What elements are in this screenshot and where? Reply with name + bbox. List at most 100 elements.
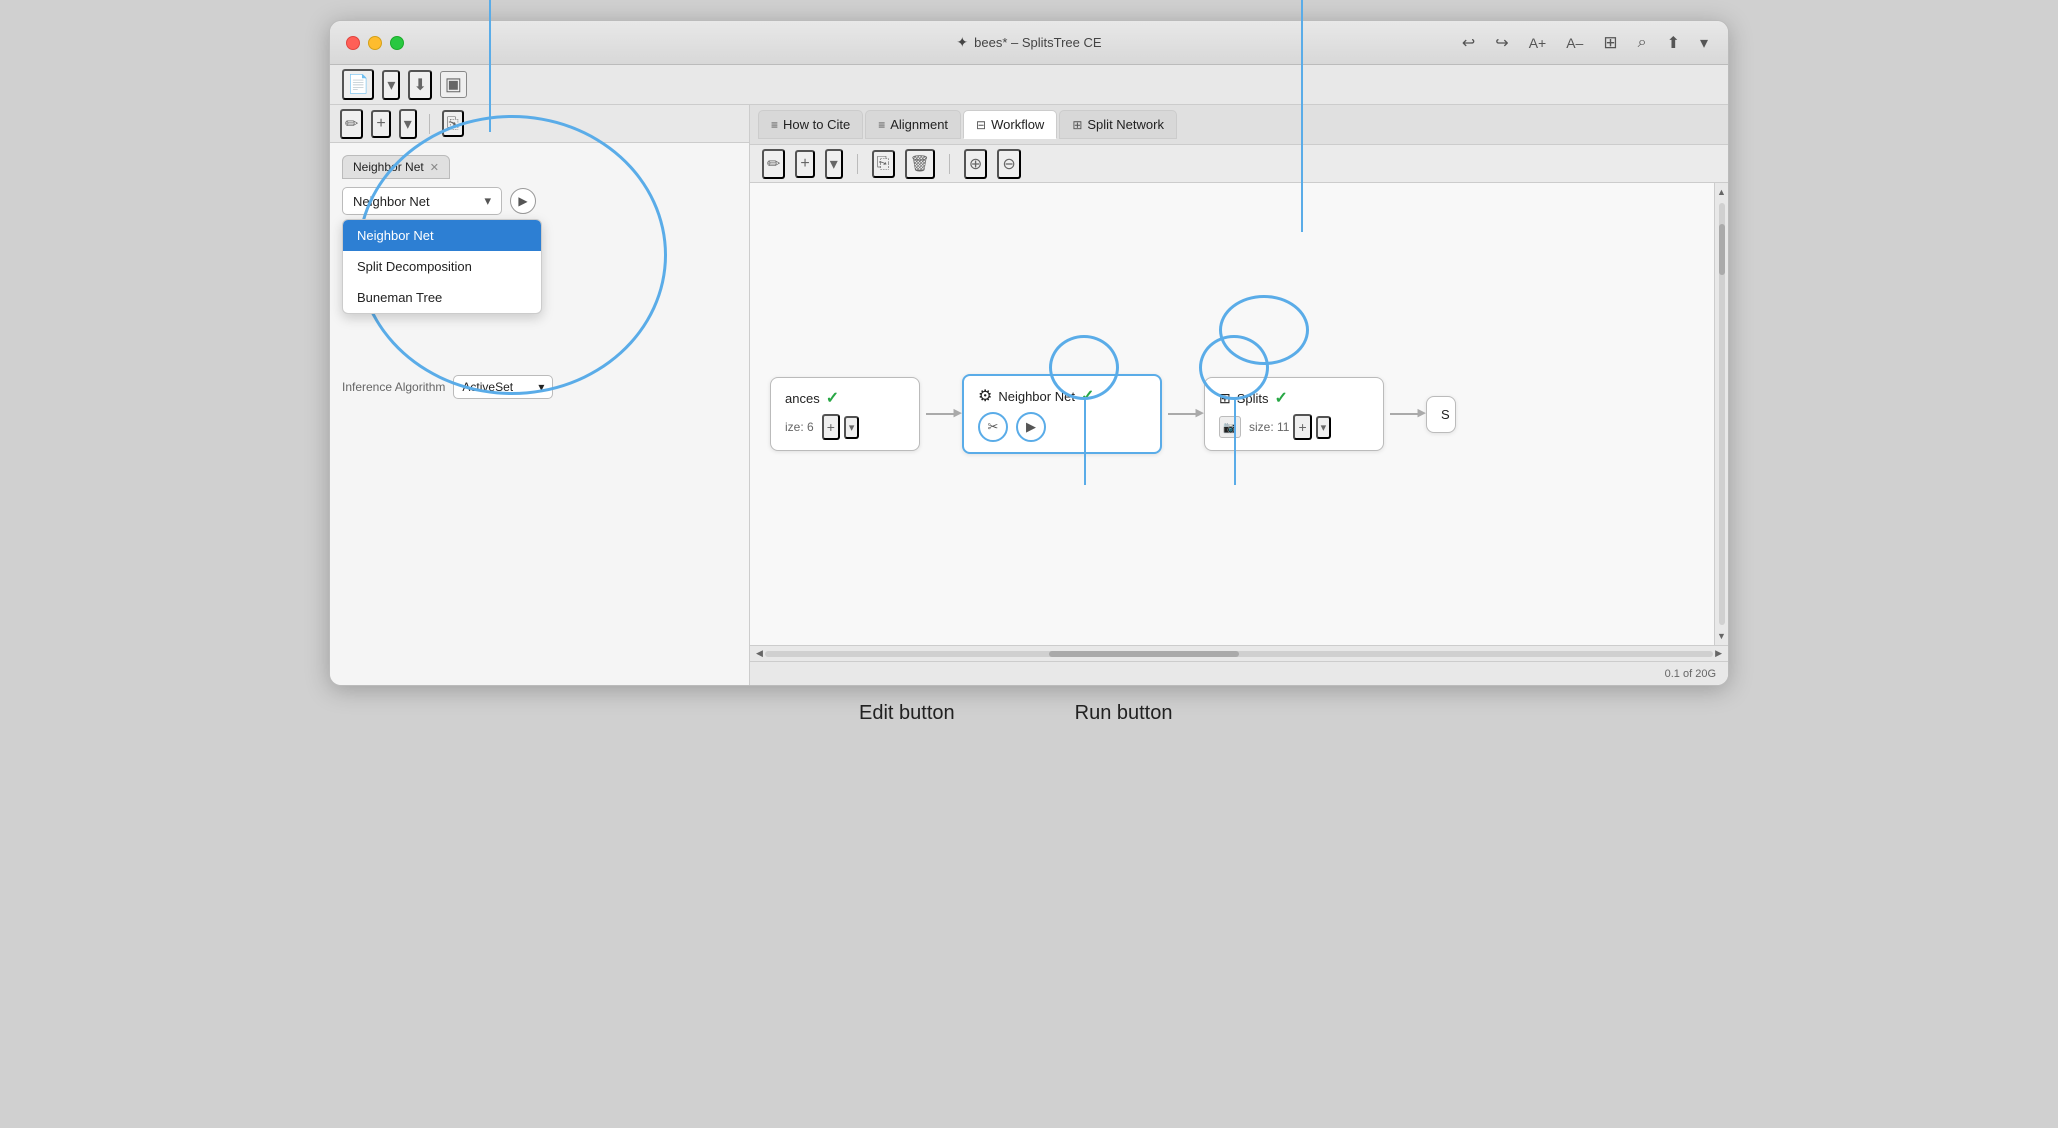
wf-node-neighbornet-header: ⚙ Neighbor Net ✓: [978, 386, 1146, 406]
right-copy-button[interactable]: ⎘: [872, 150, 895, 178]
dropdown-item-buneman[interactable]: Buneman Tree: [343, 282, 541, 313]
traffic-lights: [346, 36, 404, 50]
tab-workflow[interactable]: ⊟ Workflow: [963, 110, 1057, 139]
toolbar-separator: [429, 114, 430, 134]
wf-node-splits-dropdown[interactable]: ▾: [1316, 416, 1332, 439]
scroll-up-arrow[interactable]: ▲: [1715, 185, 1728, 199]
wf-node-splits-body: 📷 size: 11 + ▾: [1219, 414, 1369, 440]
canvas-container: ances ✓ ize: 6 + ▾: [750, 183, 1728, 645]
wf-node-neighbornet-label: Neighbor Net: [998, 389, 1075, 404]
wf-node-distances-size: ize: 6: [785, 420, 814, 434]
panel-tab-neighbornet[interactable]: Neighbor Net ✕: [342, 155, 450, 179]
wf-node-distances-check: ✓: [826, 388, 839, 408]
scroll-track[interactable]: [1719, 203, 1725, 625]
left-copy-button[interactable]: ⎘: [442, 110, 464, 137]
wf-node-distances-dropdown[interactable]: ▾: [844, 416, 860, 439]
left-edit-icon[interactable]: ✏: [340, 109, 363, 139]
wf-node-neighbornet-check: ✓: [1081, 386, 1094, 406]
more-button[interactable]: ▾: [1696, 31, 1712, 55]
algo-dropdown-value: Neighbor Net: [353, 194, 430, 209]
h-scroll-right[interactable]: ▶: [1713, 646, 1724, 661]
vertical-scrollbar[interactable]: ▲ ▼: [1714, 183, 1728, 645]
title-right-controls: ↩ ↪ A+ A– ⊞ ⌕ ⬆ ▾: [1458, 31, 1712, 55]
tab-alignment[interactable]: ≡ Alignment: [865, 110, 961, 139]
tab-split-network[interactable]: ⊞ Split Network: [1059, 110, 1177, 139]
tab-split-network-icon: ⊞: [1072, 118, 1082, 132]
undo-button[interactable]: ↩: [1458, 31, 1479, 55]
font-increase-button[interactable]: A+: [1525, 33, 1551, 53]
left-add-button[interactable]: +: [371, 110, 390, 138]
left-panel: ✏ + ▾ ⎘ Neighbor Net ✕: [330, 105, 750, 685]
tab-bar: ≡ How to Cite ≡ Alignment ⊟ Workflow ⊞ S…: [750, 105, 1728, 145]
edit-button[interactable]: ✂: [978, 412, 1008, 442]
panel-run-button[interactable]: ▶: [510, 188, 536, 214]
inference-dropdown-arrow: ▾: [538, 380, 544, 394]
inference-value: ActiveSet: [462, 380, 513, 394]
wf-node-distances-body: ize: 6 + ▾: [785, 414, 905, 440]
h-scroll-track[interactable]: [765, 651, 1713, 657]
left-toolbar: ✏ + ▾ ⎘: [330, 105, 749, 143]
font-decrease-button[interactable]: A–: [1562, 33, 1587, 53]
dropdown-section: Neighbor Net ▾ ▶ Neighbor Net Split Deco…: [342, 187, 737, 399]
edit-button-line: [1084, 400, 1086, 485]
tab-workflow-label: Workflow: [991, 117, 1044, 132]
status-bar: 0.1 of 20G: [750, 661, 1728, 685]
workflow-area: ances ✓ ize: 6 + ▾: [770, 203, 1694, 625]
minimize-button[interactable]: [368, 36, 382, 50]
right-zoom-in-button[interactable]: ⊕: [964, 149, 987, 179]
wf-node-neighbornet: ⚙ Neighbor Net ✓ ✂ ▶: [962, 374, 1162, 454]
dropdown-item-splitdecomp[interactable]: Split Decomposition: [343, 251, 541, 282]
redo-button[interactable]: ↪: [1491, 31, 1512, 55]
right-zoom-out-button[interactable]: ⊖: [997, 149, 1020, 179]
close-button[interactable]: [346, 36, 360, 50]
wf-node-splits-add[interactable]: +: [1293, 414, 1311, 440]
maximize-button[interactable]: [390, 36, 404, 50]
sidebar-toggle-button[interactable]: ▣: [440, 71, 467, 98]
panel-tab-label: Neighbor Net: [353, 160, 424, 174]
horizontal-scrollbar[interactable]: ◀ ▶: [750, 645, 1728, 661]
scroll-thumb[interactable]: [1719, 224, 1725, 275]
wf-node-distances-header: ances ✓: [785, 388, 905, 408]
tab-alignment-label: Alignment: [890, 117, 948, 132]
wf-node-distances-label: ances: [785, 391, 820, 406]
run-button[interactable]: ▶: [1016, 412, 1046, 442]
scroll-down-arrow[interactable]: ▼: [1715, 629, 1728, 643]
panel-tab-close-icon[interactable]: ✕: [430, 161, 439, 174]
dropdown-item-neighbornet[interactable]: Neighbor Net: [343, 220, 541, 251]
arrow-3: ▶: [1390, 413, 1420, 415]
right-delete-button[interactable]: 🗑: [905, 149, 935, 179]
tab-workflow-icon: ⊟: [976, 118, 986, 132]
download-button[interactable]: ⬇: [408, 70, 431, 100]
status-line: [1301, 0, 1303, 232]
title-bar: ✦ bees* – SplitsTree CE ↩ ↪ A+ A– ⊞ ⌕ ⬆ …: [330, 21, 1728, 65]
tab-how-to-cite[interactable]: ≡ How to Cite: [758, 110, 863, 139]
share-button[interactable]: ⬆: [1663, 31, 1684, 55]
right-edit-icon[interactable]: ✏: [762, 149, 785, 179]
h-scroll-thumb[interactable]: [1049, 651, 1239, 657]
app-window: ✦ bees* – SplitsTree CE ↩ ↪ A+ A– ⊞ ⌕ ⬆ …: [329, 20, 1729, 686]
new-file-button[interactable]: 📄: [342, 69, 374, 100]
algo-dropdown-arrow-icon: ▾: [484, 193, 491, 209]
wf-node-partial: S: [1426, 396, 1456, 433]
right-sep2: [949, 154, 950, 174]
right-dropdown-button[interactable]: ▾: [825, 149, 843, 179]
wf-node-neighbornet-actions: ✂ ▶: [978, 412, 1146, 442]
new-file-dropdown[interactable]: ▾: [382, 70, 400, 100]
zoom-button[interactable]: ⌕: [1634, 32, 1651, 54]
inference-label: Inference Algorithm: [342, 380, 445, 394]
arrow-2: ▶: [1168, 413, 1198, 415]
wf-node-neighbornet-icon: ⚙: [978, 386, 992, 406]
grid-view-button[interactable]: ⊞: [1599, 31, 1621, 55]
h-scroll-left[interactable]: ◀: [754, 646, 765, 661]
wf-node-splits-size: size: 11: [1249, 420, 1289, 434]
wf-node-splits-camera: 📷: [1219, 416, 1241, 438]
right-add-button[interactable]: +: [795, 150, 814, 178]
window-title: ✦ bees* – SplitsTree CE: [956, 34, 1101, 51]
algorithm-dropdown[interactable]: Neighbor Net ▾: [342, 187, 502, 215]
left-content: Neighbor Net ✕ Neighbor Net ▾ ▶: [330, 143, 749, 685]
left-dropdown-arrow[interactable]: ▾: [399, 109, 417, 139]
inference-dropdown[interactable]: ActiveSet ▾: [453, 375, 553, 399]
wf-node-distances: ances ✓ ize: 6 + ▾: [770, 377, 920, 451]
tab-how-to-cite-icon: ≡: [771, 118, 778, 132]
wf-node-distances-add[interactable]: +: [822, 414, 840, 440]
